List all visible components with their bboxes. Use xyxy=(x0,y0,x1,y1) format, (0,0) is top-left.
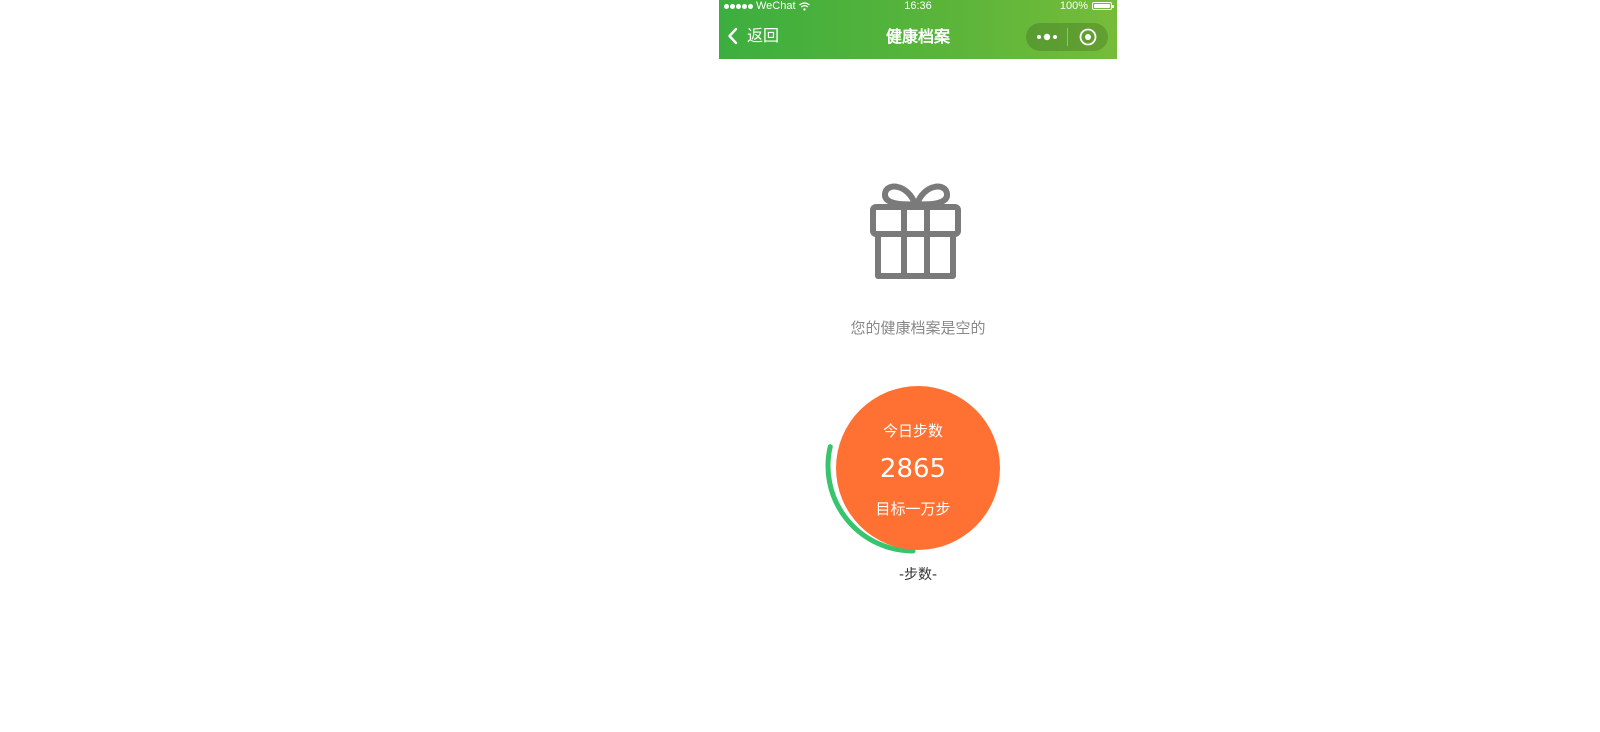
empty-state-message: 您的健康档案是空的 xyxy=(850,319,986,337)
close-circle-icon xyxy=(1079,28,1097,46)
steps-goal-label: 目标一万步 xyxy=(875,500,951,518)
nav-bar: 返回 健康档案 xyxy=(719,12,1117,59)
steps-caption: -步数- xyxy=(898,567,938,583)
close-mini-program-button[interactable] xyxy=(1068,23,1108,51)
steps-count: 2865 xyxy=(879,454,947,484)
battery-percent: 100% xyxy=(1059,0,1088,12)
status-right: 100% xyxy=(1059,0,1114,12)
phone-screen: WeChat 16:36 100% 返回 健康档案 您的健康档案是空的 今日步数… xyxy=(719,0,1117,732)
status-bar: WeChat 16:36 100% xyxy=(719,0,1117,12)
more-dots-icon xyxy=(1036,33,1057,41)
more-menu-button[interactable] xyxy=(1026,23,1067,51)
steps-today-label: 今日步数 xyxy=(882,422,943,440)
mini-program-capsule xyxy=(1026,23,1108,51)
steps-widget[interactable]: 今日步数 2865 目标一万步 xyxy=(825,384,1001,560)
gift-icon xyxy=(870,183,961,279)
status-time: 16:36 xyxy=(904,0,932,12)
battery-icon xyxy=(1092,2,1114,10)
